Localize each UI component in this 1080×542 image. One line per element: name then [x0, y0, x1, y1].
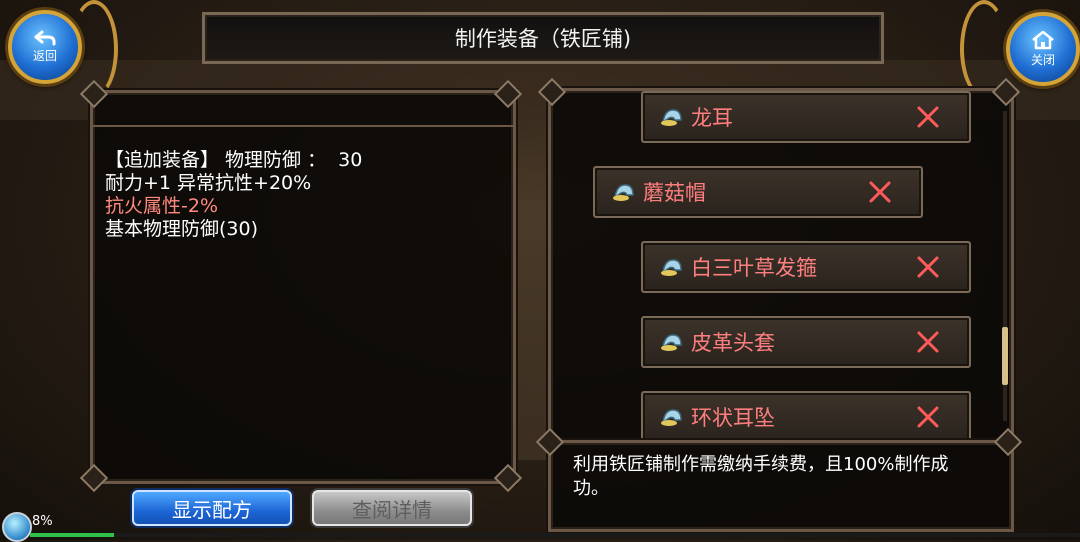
character-status-icon[interactable] [2, 512, 32, 542]
item-name: 龙耳 [691, 106, 733, 130]
helmet-icon [661, 259, 682, 276]
home-icon [1032, 30, 1054, 50]
page-title: 制作装备（铁匠铺) [454, 27, 632, 51]
back-arrow-icon [34, 30, 56, 46]
item-name: 皮革头套 [691, 331, 775, 355]
remove-icon[interactable] [913, 252, 943, 282]
list-item[interactable]: 皮革头套 [641, 316, 971, 368]
helmet-icon [613, 184, 634, 201]
info-text: 利用铁匠铺制作需缴纳手续费，且100%制作成功。 [573, 454, 949, 499]
stat-line: 基本物理防御(30) [105, 218, 259, 240]
back-label: 返回 [32, 49, 57, 63]
list-item[interactable]: 龙耳 [641, 91, 971, 143]
show-recipe-button[interactable]: 显示配方 [132, 490, 292, 526]
stat-line: 【追加装备】 物理防御 ： 30 [105, 149, 363, 171]
item-name: 蘑菇帽 [643, 181, 706, 205]
back-button[interactable]: 返回 [8, 10, 82, 84]
list-item[interactable]: 蘑菇帽 [593, 166, 923, 218]
show-recipe-label: 显示配方 [172, 497, 252, 522]
stat-line: 耐力+1 异常抗性+20% [105, 172, 312, 194]
view-details-label: 查阅详情 [352, 497, 432, 522]
info-panel: 利用铁匠铺制作需缴纳手续费，且100%制作成功。 [548, 440, 1014, 532]
title-bar: 制作装备（铁匠铺) [202, 12, 884, 64]
helmet-icon [661, 409, 682, 426]
remove-icon[interactable] [913, 327, 943, 357]
item-name: 白三叶草发箍 [691, 256, 817, 280]
remove-icon[interactable] [913, 402, 943, 432]
scrollbar-thumb[interactable] [1002, 327, 1008, 385]
exp-bar [30, 533, 1080, 537]
negative-stat-line: 抗火属性-2% [105, 195, 218, 217]
list-item[interactable]: 环状耳坠 [641, 391, 971, 441]
exp-bar-fill [30, 533, 114, 537]
close-label: 关闭 [1030, 53, 1055, 67]
item-list-panel[interactable]: 龙耳 蘑菇帽 白三叶草发箍 皮革头套 环状耳坠 [548, 88, 1014, 444]
background-scenery [510, 200, 550, 460]
remove-icon[interactable] [865, 177, 895, 207]
close-button[interactable]: 关闭 [1006, 12, 1080, 86]
item-detail-panel: 【追加装备】 物理防御 ： 30 耐力+1 异常抗性+20% 抗火属性-2% 基本物理… [90, 90, 516, 484]
helmet-icon [661, 109, 682, 126]
list-item[interactable]: 白三叶草发箍 [641, 241, 971, 293]
helmet-icon [661, 334, 682, 351]
exp-percent: 8% [32, 514, 53, 529]
view-details-button[interactable]: 查阅详情 [312, 490, 472, 526]
remove-icon[interactable] [913, 102, 943, 132]
item-name: 环状耳坠 [691, 406, 775, 430]
item-description: 【追加装备】 物理防御 ： 30 耐力+1 异常抗性+20% 抗火属性-2% 基本物理… [105, 149, 362, 241]
panel-divider [93, 125, 513, 127]
